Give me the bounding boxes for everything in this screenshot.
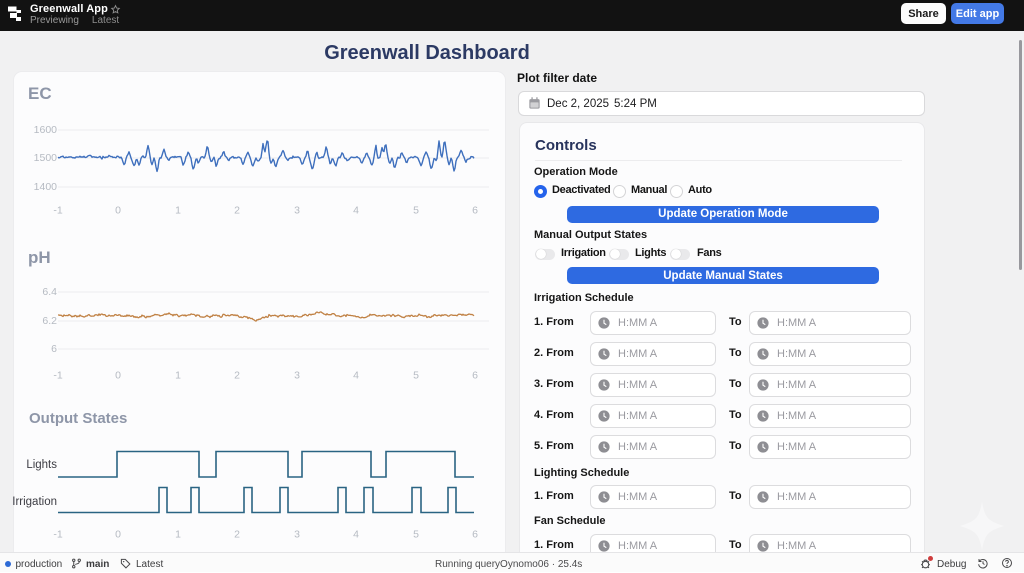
- svg-text:0: 0: [115, 205, 121, 217]
- svg-text:1: 1: [175, 205, 181, 217]
- svg-text:2: 2: [234, 205, 240, 217]
- svg-text:6: 6: [472, 529, 478, 541]
- svg-text:3: 3: [294, 205, 300, 217]
- svg-text:-1: -1: [53, 529, 62, 541]
- svg-text:1500: 1500: [34, 152, 58, 164]
- svg-text:2: 2: [234, 529, 240, 541]
- svg-text:0: 0: [115, 529, 121, 541]
- svg-text:6.2: 6.2: [42, 315, 57, 327]
- svg-text:4: 4: [353, 529, 359, 541]
- svg-text:5: 5: [413, 205, 419, 217]
- svg-text:2: 2: [234, 370, 240, 382]
- svg-text:-1: -1: [53, 205, 62, 217]
- svg-text:-1: -1: [53, 370, 62, 382]
- svg-text:6: 6: [472, 370, 478, 382]
- svg-text:5: 5: [413, 529, 419, 541]
- svg-text:Lights: Lights: [26, 459, 57, 471]
- svg-text:5: 5: [413, 370, 419, 382]
- svg-text:0: 0: [115, 370, 121, 382]
- svg-text:3: 3: [294, 370, 300, 382]
- svg-text:1: 1: [175, 370, 181, 382]
- svg-text:Irrigation: Irrigation: [12, 496, 57, 508]
- svg-text:1: 1: [175, 529, 181, 541]
- svg-text:6.4: 6.4: [42, 286, 57, 298]
- svg-text:1600: 1600: [34, 124, 58, 136]
- svg-text:3: 3: [294, 529, 300, 541]
- svg-text:4: 4: [353, 205, 359, 217]
- svg-text:6: 6: [51, 343, 57, 355]
- svg-text:4: 4: [353, 370, 359, 382]
- svg-text:1400: 1400: [34, 181, 58, 193]
- svg-text:6: 6: [472, 205, 478, 217]
